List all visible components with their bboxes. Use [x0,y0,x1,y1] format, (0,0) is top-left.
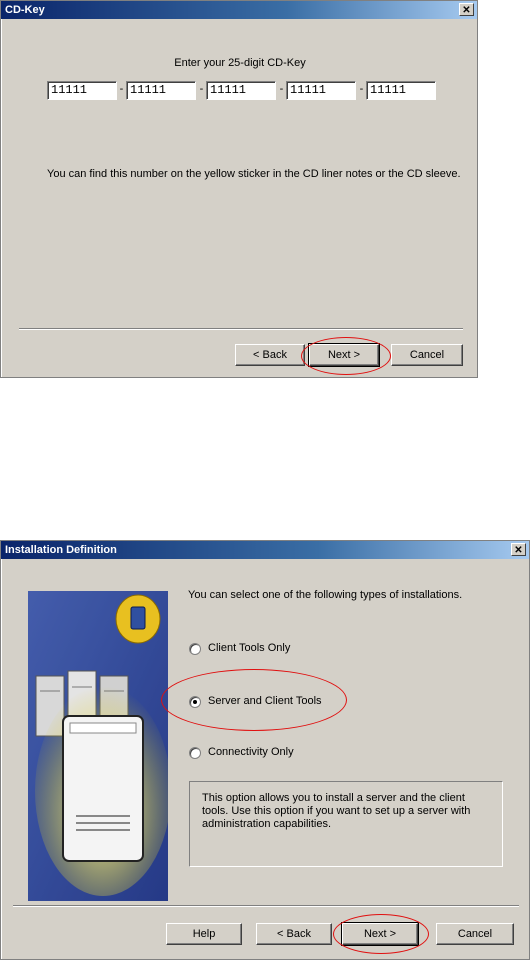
help-button[interactable]: Help [166,923,242,945]
radio-client-tools-only[interactable] [189,643,201,655]
cd-key-prompt: Enter your 25-digit CD-Key [174,57,306,69]
cd-key-dash: - [119,83,124,95]
cd-key-field-3[interactable]: 11111 [206,81,276,100]
cd-key-title: CD-Key [5,4,45,16]
cd-key-dialog: CD-Key ✕ Enter your 25-digit CD-Key 1111… [0,0,478,378]
server-illustration [28,591,168,901]
option-description: This option allows you to install a serv… [189,781,503,867]
cd-key-dash: - [199,83,204,95]
install-separator [13,905,519,907]
cd-key-field-4[interactable]: 11111 [286,81,356,100]
install-title-bar: Installation Definition ✕ [1,541,529,559]
cd-key-separator [19,328,463,330]
cd-key-hint: You can find this number on the yellow s… [47,168,461,180]
close-icon[interactable]: ✕ [459,3,474,16]
install-heading: You can select one of the following type… [188,589,463,601]
next-button-highlight-ring [301,337,391,375]
cd-key-field-5[interactable]: 11111 [366,81,436,100]
installation-definition-dialog: Installation Definition ✕ You can select… [0,540,530,960]
radio-connectivity-only[interactable] [189,747,201,759]
cd-key-dash: - [279,83,284,95]
next-button-highlight-ring [333,914,429,954]
cancel-button[interactable]: Cancel [391,344,463,366]
cd-key-dash: - [359,83,364,95]
cancel-button[interactable]: Cancel [436,923,514,945]
cd-key-field-1[interactable]: 11111 [47,81,117,100]
install-title: Installation Definition [5,544,117,556]
back-button[interactable]: < Back [235,344,305,366]
option-label[interactable]: Connectivity Only [208,746,294,758]
close-icon[interactable]: ✕ [511,543,526,556]
option-label[interactable]: Client Tools Only [208,642,290,654]
option-highlight-ring [161,669,347,731]
back-button[interactable]: < Back [256,923,332,945]
cd-key-field-2[interactable]: 11111 [126,81,196,100]
cd-key-title-bar: CD-Key ✕ [1,1,477,19]
